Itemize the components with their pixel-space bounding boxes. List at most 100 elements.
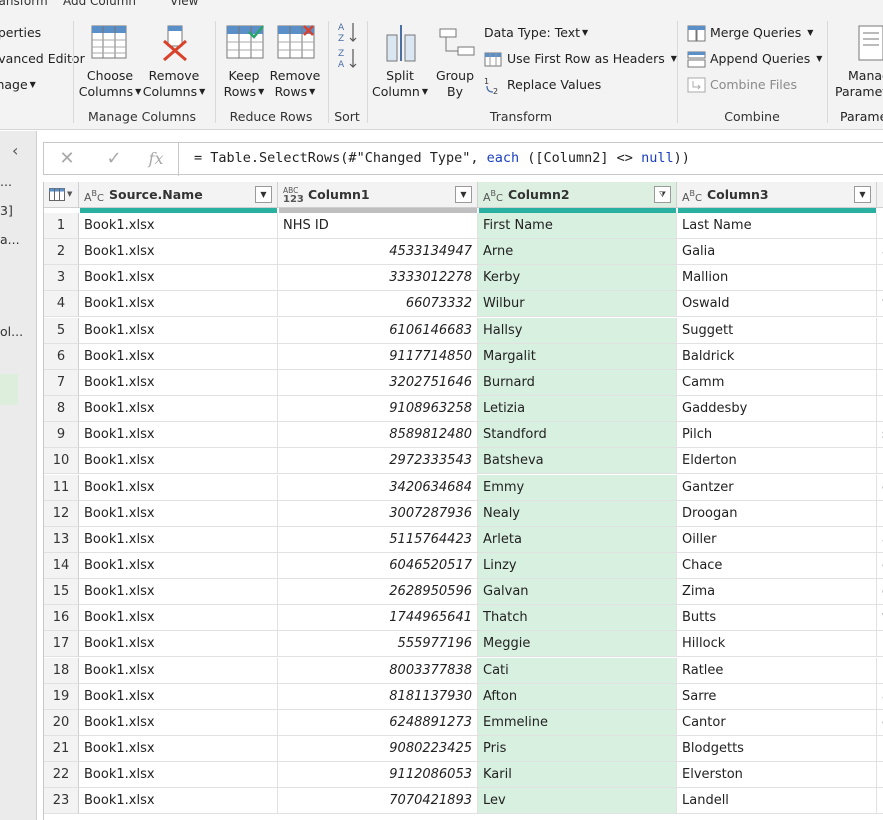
row-number[interactable]: 7 [44, 369, 79, 396]
cell-column2[interactable]: Karil [478, 762, 677, 789]
cell-column2[interactable]: Emmeline [478, 709, 677, 736]
sort-descending-icon[interactable]: Z A [338, 47, 358, 69]
filter-dropdown-icon[interactable]: ▼ [255, 186, 272, 203]
cell-column1[interactable]: 9112086053 [278, 762, 478, 789]
cell-partial[interactable]: l [877, 396, 883, 423]
cell-partial[interactable]: a [877, 684, 883, 710]
cell-partial[interactable]: w [877, 291, 883, 318]
cell-column1[interactable]: 9080223425 [278, 736, 478, 762]
cell-column2[interactable]: Emmy [478, 474, 677, 501]
cell-source-name[interactable]: Book1.xlsx [79, 526, 278, 553]
cell-partial[interactable]: e [877, 710, 883, 736]
table-row[interactable]: 16Book1.xlsx1744965641ThatchButtst [44, 605, 883, 632]
cell-partial[interactable]: l [877, 265, 883, 292]
table-row[interactable]: 8Book1.xlsx9108963258LetiziaGaddesbyl [44, 396, 883, 423]
cell-column1[interactable]: 66073332 [278, 291, 478, 318]
query-item[interactable]: 3] [0, 203, 13, 218]
cell-partial[interactable]: a [877, 239, 883, 266]
cell-column2[interactable]: Arne [478, 239, 677, 266]
table-row[interactable]: 10Book1.xlsx2972333543BatshevaEldertonr [44, 448, 883, 475]
cell-source-name[interactable]: Book1.xlsx [79, 343, 278, 370]
cell-partial[interactable]: s [877, 422, 883, 449]
cell-source-name[interactable]: Book1.xlsx [79, 317, 278, 344]
column-type-icon[interactable]: ABC [483, 189, 503, 204]
cell-partial[interactable]: l [877, 736, 883, 762]
fx-icon[interactable]: fx [141, 147, 171, 171]
row-number[interactable]: 14 [44, 552, 79, 579]
column-type-icon[interactable]: ABC [84, 189, 104, 204]
cell-column2[interactable]: Arleta [478, 526, 677, 553]
cell-column1[interactable]: 6248891273 [278, 709, 478, 736]
cell-column2[interactable]: Hallsy [478, 317, 677, 344]
cell-column2[interactable]: Burnard [478, 369, 677, 396]
cell-source-name[interactable]: Book1.xlsx [79, 657, 278, 684]
cell-column2[interactable]: Cati [478, 657, 677, 684]
manage-button[interactable]: Manage▼ [0, 77, 36, 93]
cell-source-name[interactable]: Book1.xlsx [79, 631, 278, 658]
cell-partial[interactable]: l [877, 370, 883, 396]
properties-button[interactable]: Properties [0, 25, 41, 41]
formula-input[interactable]: = Table.SelectRows(#"Changed Type", each… [194, 150, 690, 166]
cell-column2[interactable]: Kerby [478, 265, 677, 292]
commit-formula-icon[interactable]: ✓ [99, 147, 129, 171]
cell-column3[interactable]: Droogan [677, 500, 877, 527]
cell-partial[interactable]: r [877, 318, 883, 344]
cell-source-name[interactable]: Book1.xlsx [79, 239, 278, 266]
query-item[interactable]: ... [0, 174, 12, 189]
row-number[interactable]: 17 [44, 631, 79, 658]
cell-column1[interactable]: 5115764423 [278, 526, 478, 553]
row-number[interactable]: 1 [44, 213, 79, 239]
cell-column1[interactable]: 9117714850 [278, 343, 478, 370]
row-number[interactable]: 20 [44, 709, 79, 736]
cell-column1[interactable]: 555977196 [278, 631, 478, 658]
cell-column1[interactable]: 3007287936 [278, 500, 478, 527]
filter-active-icon[interactable]: ⧩ [654, 186, 671, 203]
row-number[interactable]: 8 [44, 396, 79, 423]
tab-transform[interactable]: Transform [0, 0, 48, 8]
table-row[interactable]: 13Book1.xlsx5115764423ArletaOillera [44, 526, 883, 553]
cell-column3[interactable]: Gaddesby [677, 396, 877, 423]
cell-partial[interactable]: e [877, 553, 883, 579]
cell-partial[interactable]: l [877, 788, 883, 815]
cell-column3[interactable]: Oiller [677, 526, 877, 553]
table-row[interactable]: 14Book1.xlsx6046520517LinzyChacee [44, 552, 883, 579]
cell-column3[interactable]: Butts [677, 605, 877, 632]
selected-query-highlight[interactable] [0, 374, 18, 405]
cell-partial[interactable]: r [877, 448, 883, 475]
row-number[interactable]: 4 [44, 291, 79, 318]
cell-column2[interactable]: Linzy [478, 552, 677, 579]
row-number[interactable]: 21 [44, 736, 79, 762]
cell-column1[interactable]: 3333012278 [278, 265, 478, 292]
cell-partial[interactable]: l [877, 501, 883, 527]
row-number[interactable]: 23 [44, 788, 79, 815]
table-row[interactable]: 12Book1.xlsx3007287936NealyDrooganl [44, 500, 883, 527]
cell-source-name[interactable]: Book1.xlsx [79, 291, 278, 318]
cell-partial[interactable]: l [877, 631, 883, 658]
table-row[interactable]: 15Book1.xlsx2628950596GalvanZimag [44, 579, 883, 606]
cell-column3[interactable]: Suggett [677, 317, 877, 344]
table-row[interactable]: 4Book1.xlsx66073332WilburOswaldw [44, 291, 883, 318]
cell-source-name[interactable]: Book1.xlsx [79, 265, 278, 292]
table-row[interactable]: 3Book1.xlsx3333012278KerbyMallionl [44, 265, 883, 292]
table-row[interactable]: 20Book1.xlsx6248891273EmmelineCantore [44, 709, 883, 736]
tab-view[interactable]: View [170, 0, 198, 8]
row-number[interactable]: 9 [44, 422, 79, 449]
cell-column3[interactable]: Chace [677, 552, 877, 579]
cell-column2[interactable]: Afton [478, 683, 677, 710]
cell-column3[interactable]: Elderton [677, 448, 877, 475]
cell-column1[interactable]: 6046520517 [278, 552, 478, 579]
row-number[interactable]: 22 [44, 762, 79, 789]
table-row[interactable]: 6Book1.xlsx9117714850MargalitBaldrickr [44, 343, 883, 370]
table-row[interactable]: 5Book1.xlsx6106146683HallsySuggettr [44, 317, 883, 344]
cell-source-name[interactable]: Book1.xlsx [79, 213, 278, 239]
cell-source-name[interactable]: Book1.xlsx [79, 552, 278, 579]
cell-partial[interactable]: g [877, 579, 883, 606]
cell-column2[interactable]: Pris [478, 736, 677, 762]
cell-column3[interactable]: Pilch [677, 422, 877, 449]
column-header-column3[interactable]: ABC Column3 ▼ [677, 182, 877, 208]
cell-source-name[interactable]: Book1.xlsx [79, 683, 278, 710]
cell-source-name[interactable]: Book1.xlsx [79, 422, 278, 449]
cell-column1[interactable]: 2628950596 [278, 579, 478, 606]
cell-partial[interactable]: l [877, 213, 883, 239]
filter-dropdown-icon[interactable]: ▼ [854, 186, 871, 203]
